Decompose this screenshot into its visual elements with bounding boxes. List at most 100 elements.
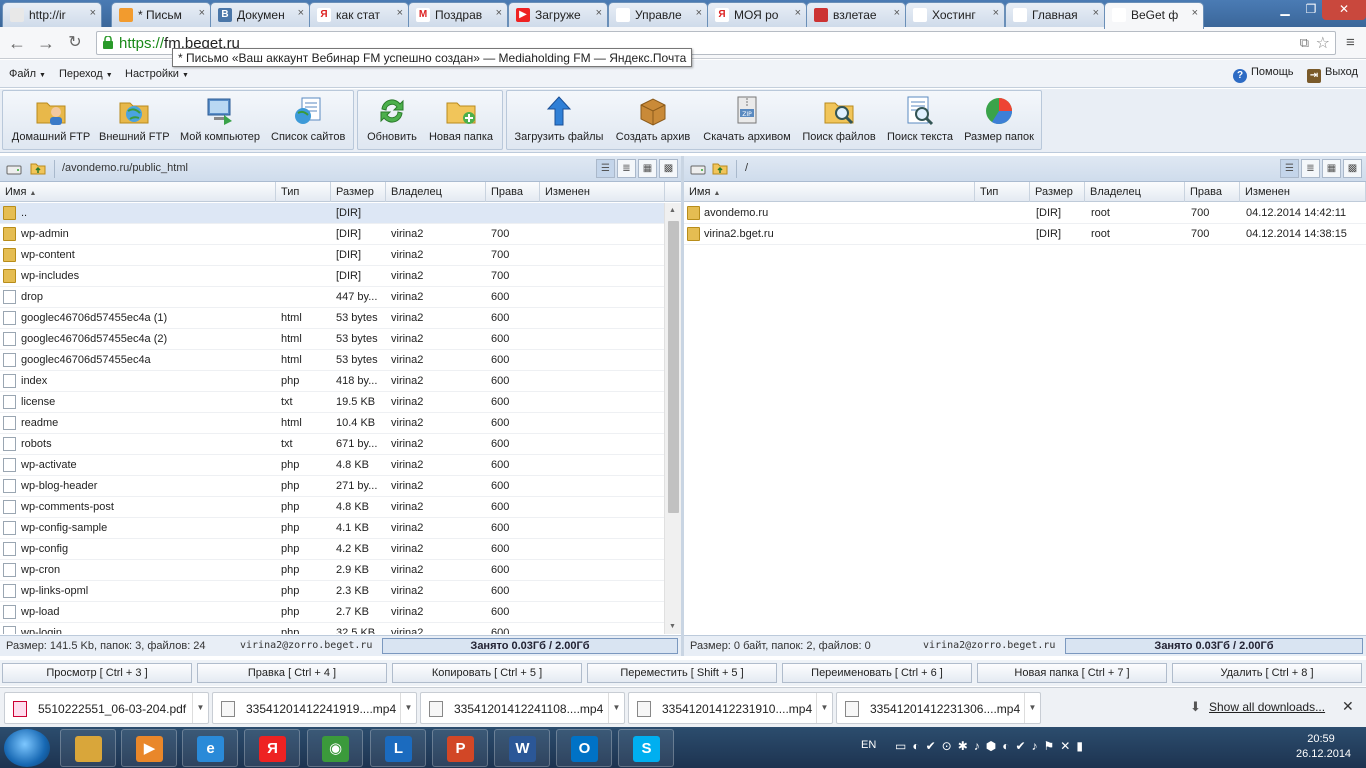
view-list-button[interactable]: ☰ [1280, 159, 1299, 178]
download-item[interactable]: 33541201412231910....mp4 ▼ [628, 692, 833, 724]
taskbar-app-media[interactable]: ▶ [121, 729, 177, 767]
table-row[interactable]: wp-activate php 4.8 KB virina2 600 [0, 455, 664, 476]
table-row[interactable]: robots txt 671 by... virina2 600 [0, 434, 664, 455]
my-computer-button[interactable]: Мой компьютер [179, 95, 261, 149]
search-text-button[interactable]: Поиск текста [885, 95, 955, 149]
view-details-button[interactable]: ≣ [617, 159, 636, 178]
refresh-button[interactable]: Обновить [366, 95, 418, 149]
taskbar-app-explorer[interactable] [60, 729, 116, 767]
clock[interactable]: 20:59 26.12.2014 [1296, 732, 1351, 762]
browser-tab[interactable]: M Поздрав × [408, 2, 508, 27]
tab-close-icon[interactable]: × [993, 7, 999, 19]
download-item[interactable]: 33541201412241919....mp4 ▼ [212, 692, 417, 724]
tab-close-icon[interactable]: × [596, 7, 602, 19]
table-row[interactable]: wp-content [DIR] virina2 700 [0, 245, 664, 266]
tab-close-icon[interactable]: × [397, 7, 403, 19]
table-row[interactable]: drop 447 by... virina2 600 [0, 287, 664, 308]
col-size-header[interactable]: Размер [1030, 182, 1085, 202]
col-modified-header[interactable]: Изменен [540, 182, 665, 202]
tab-close-icon[interactable]: × [696, 7, 702, 19]
table-row[interactable]: wp-includes [DIR] virina2 700 [0, 266, 664, 287]
fkey-button[interactable]: Новая папка [ Ctrl + 7 ] [977, 663, 1167, 683]
table-row[interactable]: wp-comments-post php 4.8 KB virina2 600 [0, 497, 664, 518]
system-tray-icons[interactable]: ▭◐✔⊙✱♪⬢◐✔♪⚑✕▮ [895, 739, 1089, 753]
download-item[interactable]: 5510222551_06-03-204.pdf ▼ [4, 692, 209, 724]
tab-close-icon[interactable]: × [90, 7, 96, 19]
fkey-button[interactable]: Копировать [ Ctrl + 5 ] [392, 663, 582, 683]
scroll-up-icon[interactable]: ▲ [669, 207, 676, 214]
tab-close-icon[interactable]: × [1093, 7, 1099, 19]
search-files-button[interactable]: Поиск файлов [802, 95, 876, 149]
table-row[interactable]: wp-admin [DIR] virina2 700 [0, 224, 664, 245]
bookmark-star-icon[interactable]: ☆ [1316, 33, 1330, 53]
table-row[interactable]: wp-cron php 2.9 KB virina2 600 [0, 560, 664, 581]
menu-goto[interactable]: Переход ▼ [59, 68, 113, 80]
language-indicator[interactable]: EN [861, 739, 876, 751]
help-link[interactable]: ? Помощь [1233, 66, 1294, 83]
table-row[interactable]: wp-load php 2.7 KB virina2 600 [0, 602, 664, 623]
taskbar-app-powerpoint[interactable]: P [432, 729, 488, 767]
view-icons-button[interactable]: ▦ [638, 159, 657, 178]
taskbar-app-word[interactable]: W [494, 729, 550, 767]
taskbar-app-chrome[interactable]: ◉ [307, 729, 363, 767]
table-row[interactable]: wp-config php 4.2 KB virina2 600 [0, 539, 664, 560]
browser-tab[interactable]: Управле × [608, 2, 708, 27]
download-item[interactable]: 33541201412231306....mp4 ▼ [836, 692, 1041, 724]
fkey-button[interactable]: Переместить [ Shift + 5 ] [587, 663, 777, 683]
logout-link[interactable]: ⇥ Выход [1307, 66, 1358, 83]
create-archive-button[interactable]: Создать архив [615, 95, 691, 149]
download-options-chevron-icon[interactable]: ▼ [192, 693, 208, 723]
upload-files-button[interactable]: Загрузить файлы [514, 95, 604, 149]
left-scrollbar[interactable]: ▲ ▼ [664, 203, 681, 634]
col-size-header[interactable]: Размер [331, 182, 386, 202]
view-icons-button[interactable]: ▦ [1322, 159, 1341, 178]
browser-tab[interactable]: B Докумен × [210, 2, 310, 27]
fkey-button[interactable]: Просмотр [ Ctrl + 3 ] [2, 663, 192, 683]
close-downloads-icon[interactable]: ✕ [1342, 698, 1354, 715]
col-perms-header[interactable]: Права [486, 182, 540, 202]
reload-button[interactable]: ↻ [64, 32, 86, 54]
folder-up-icon[interactable] [30, 162, 46, 175]
tab-close-icon[interactable]: × [894, 7, 900, 19]
tab-close-icon[interactable]: × [199, 7, 205, 19]
col-owner-header[interactable]: Владелец [386, 182, 486, 202]
view-thumbs-button[interactable]: ▩ [659, 159, 678, 178]
taskbar-app-lync[interactable]: L [370, 729, 426, 767]
download-options-chevron-icon[interactable]: ▼ [816, 693, 832, 723]
col-type-header[interactable]: Тип [975, 182, 1030, 202]
download-archive-button[interactable]: ZIP Скачать архивом [702, 95, 792, 149]
table-row[interactable]: wp-login php 32.5 KB virina2 600 [0, 623, 664, 634]
new-folder-button[interactable]: Новая папка [428, 95, 494, 149]
forward-button[interactable]: → [35, 32, 57, 54]
browser-tab[interactable]: ▶ Загруже × [508, 2, 608, 27]
start-button[interactable] [4, 729, 50, 767]
download-item[interactable]: 33541201412241108....mp4 ▼ [420, 692, 625, 724]
table-row[interactable]: wp-blog-header php 271 by... virina2 600 [0, 476, 664, 497]
table-row[interactable]: license txt 19.5 KB virina2 600 [0, 392, 664, 413]
browser-tab[interactable]: Хостинг × [905, 2, 1005, 27]
home-ftp-button[interactable]: Домашний FTP [11, 95, 91, 149]
browser-tab[interactable]: * Письм × [111, 2, 211, 27]
tab-close-icon[interactable]: × [1192, 7, 1198, 19]
window-close-button[interactable]: ✕ [1322, 0, 1366, 20]
view-details-button[interactable]: ≣ [1301, 159, 1320, 178]
taskbar-app-ie[interactable]: e [182, 729, 238, 767]
table-row[interactable]: wp-links-opml php 2.3 KB virina2 600 [0, 581, 664, 602]
minimize-button[interactable]: ▁ [1272, 0, 1298, 20]
browser-tab[interactable]: Якак стат × [309, 2, 409, 27]
tab-close-icon[interactable]: × [298, 7, 304, 19]
browser-tab[interactable]: http://ir × [2, 2, 102, 27]
table-row[interactable]: .. [DIR] [0, 203, 664, 224]
table-row[interactable]: virina2.bget.ru [DIR] root 700 04.12.2014 14… [684, 224, 1366, 245]
col-modified-header[interactable]: Изменен [1240, 182, 1366, 202]
scroll-down-icon[interactable]: ▼ [669, 623, 676, 630]
col-owner-header[interactable]: Владелец [1085, 182, 1185, 202]
taskbar-app-outlook[interactable]: O [556, 729, 612, 767]
col-type-header[interactable]: Тип [276, 182, 331, 202]
download-options-chevron-icon[interactable]: ▼ [400, 693, 416, 723]
chrome-menu-icon[interactable]: ≡ [1346, 34, 1355, 51]
browser-tab[interactable]: BeGet ф × [1104, 2, 1204, 29]
scroll-thumb[interactable] [668, 221, 679, 513]
browser-tab[interactable]: взлетае × [806, 2, 906, 27]
table-row[interactable]: readme html 10.4 KB virina2 600 [0, 413, 664, 434]
